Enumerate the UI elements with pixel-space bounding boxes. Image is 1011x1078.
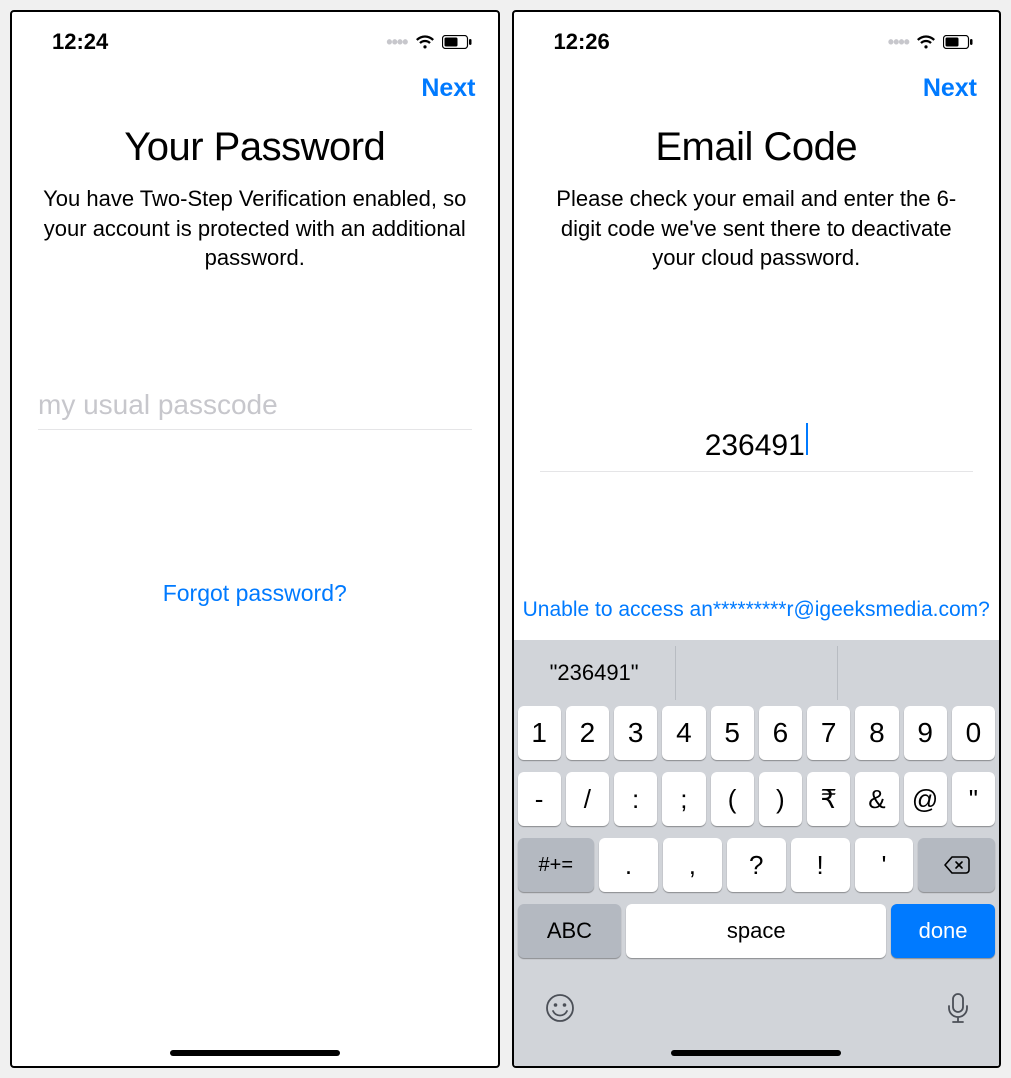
page-subtitle: Please check your email and enter the 6-… [542,184,972,273]
key-2[interactable]: 2 [566,706,609,760]
page-title: Your Password [12,125,498,170]
key-0[interactable]: 0 [952,706,995,760]
forgot-password-link[interactable]: Forgot password? [12,580,498,607]
wifi-icon [414,34,436,50]
nav-bar: Next [514,64,1000,111]
status-time: 12:24 [52,29,108,55]
key-space[interactable]: space [626,904,886,958]
key-row-2: - / : ; ( ) ₹ & @ " [518,772,996,826]
key-5[interactable]: 5 [711,706,754,760]
phone-left: 12:24 •••• Next Your Password You have T… [10,10,500,1068]
suggestion-3[interactable] [838,646,999,700]
content-area: Your Password You have Two-Step Verifica… [12,111,498,1066]
key-abc[interactable]: ABC [518,904,622,958]
key-4[interactable]: 4 [662,706,705,760]
key-row-3: #+= . , ? ! ' [518,838,996,892]
key-exclaim[interactable]: ! [791,838,850,892]
key-question[interactable]: ? [727,838,786,892]
status-right: •••• [386,32,471,53]
code-value: 236491 [705,429,805,463]
unable-access-link[interactable]: Unable to access an*********r@igeeksmedi… [514,598,1000,640]
key-1[interactable]: 1 [518,706,561,760]
code-input[interactable]: 236491 [705,423,808,463]
wifi-icon [915,34,937,50]
emoji-icon[interactable] [544,992,576,1032]
phone-right: 12:26 •••• Next Email Code Please check … [512,10,1002,1068]
key-paren-open[interactable]: ( [711,772,754,826]
key-period[interactable]: . [599,838,658,892]
key-backspace[interactable] [918,838,995,892]
battery-icon [442,35,472,49]
content-area: Email Code Please check your email and e… [514,111,1000,1066]
key-row-4: ABC space done [518,904,996,958]
status-right: •••• [888,32,973,53]
key-symbols-toggle[interactable]: #+= [518,838,595,892]
key-at[interactable]: @ [904,772,947,826]
key-9[interactable]: 9 [904,706,947,760]
suggestion-bar: "236491" [514,646,1000,700]
next-button[interactable]: Next [421,74,475,103]
backspace-icon [943,855,971,875]
cellular-dots-icon: •••• [386,32,407,53]
home-indicator[interactable] [671,1050,841,1056]
key-rows: 1 2 3 4 5 6 7 8 9 0 - / : ; ( ) [514,700,1000,958]
page-subtitle: You have Two-Step Verification enabled, … [40,184,470,273]
key-ampersand[interactable]: & [855,772,898,826]
status-bar: 12:24 •••• [12,12,498,64]
mic-icon[interactable] [947,992,969,1032]
key-colon[interactable]: : [614,772,657,826]
nav-bar: Next [12,64,498,111]
key-6[interactable]: 6 [759,706,802,760]
battery-icon [943,35,973,49]
key-semicolon[interactable]: ; [662,772,705,826]
key-comma[interactable]: , [663,838,722,892]
key-row-1: 1 2 3 4 5 6 7 8 9 0 [518,706,996,760]
status-bar: 12:26 •••• [514,12,1000,64]
key-3[interactable]: 3 [614,706,657,760]
next-button[interactable]: Next [923,74,977,103]
page-title: Email Code [514,125,1000,170]
key-8[interactable]: 8 [855,706,898,760]
key-paren-close[interactable]: ) [759,772,802,826]
code-field-wrap[interactable]: 236491 [540,423,974,472]
password-input[interactable] [38,389,472,421]
status-time: 12:26 [554,29,610,55]
password-field-wrap [38,389,472,430]
key-dash[interactable]: - [518,772,561,826]
ios-keyboard: "236491" 1 2 3 4 5 6 7 8 9 0 - [514,640,1000,1066]
key-rupee[interactable]: ₹ [807,772,850,826]
key-done[interactable]: done [891,904,995,958]
home-indicator[interactable] [170,1050,340,1056]
key-apostrophe[interactable]: ' [855,838,914,892]
suggestion-2[interactable] [676,646,838,700]
text-caret [806,423,808,455]
key-slash[interactable]: / [566,772,609,826]
cellular-dots-icon: •••• [888,32,909,53]
key-7[interactable]: 7 [807,706,850,760]
suggestion-1[interactable]: "236491" [514,646,676,700]
key-quote[interactable]: " [952,772,995,826]
